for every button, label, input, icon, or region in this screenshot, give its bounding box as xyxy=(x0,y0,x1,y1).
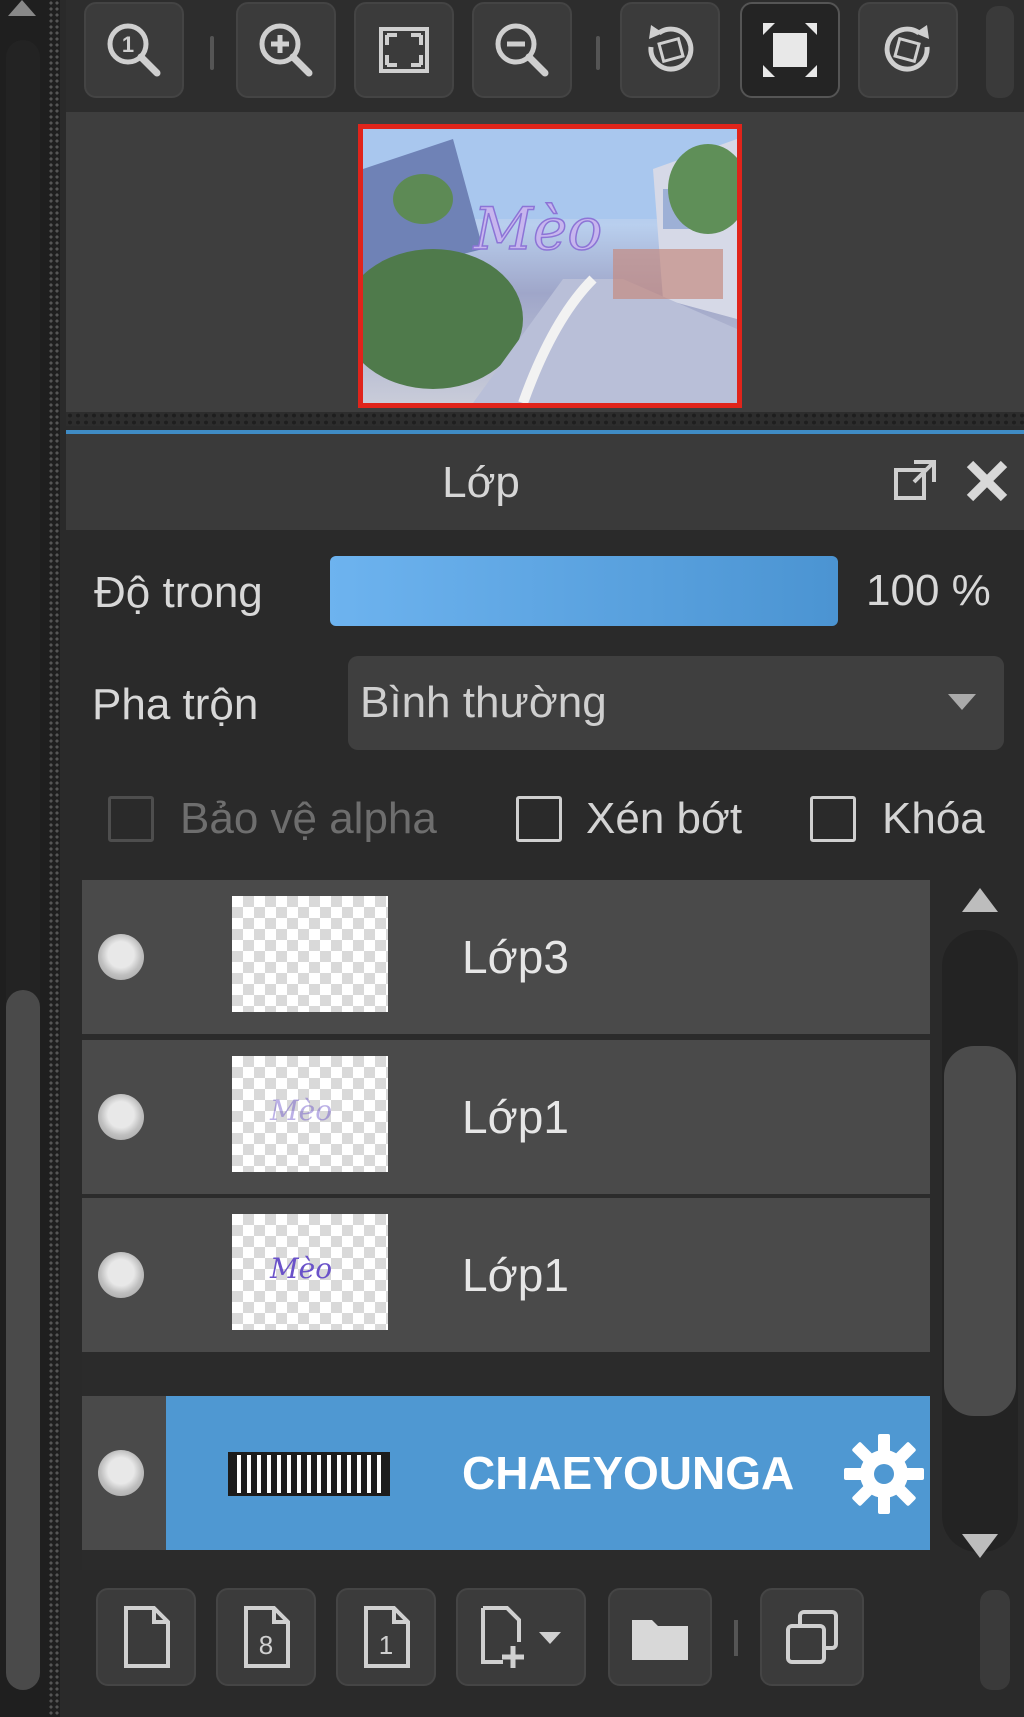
rotate-right-button[interactable] xyxy=(858,2,958,98)
layers-scrollbar-thumb[interactable] xyxy=(944,1046,1016,1416)
svg-text:1: 1 xyxy=(122,32,134,57)
navigator-preview[interactable]: Mèo xyxy=(358,124,742,408)
new-layer-icon xyxy=(124,1606,170,1668)
opacity-slider-fill xyxy=(330,556,838,626)
layer-row-selected[interactable]: CHAEYOUNGA xyxy=(82,1396,930,1550)
signature-thumbnail-mark: Mèo xyxy=(270,1252,333,1285)
fit-to-window-icon xyxy=(379,27,429,73)
new-8bit-layer-icon: 8 xyxy=(244,1606,290,1668)
canvas-scrollbar-thumb[interactable] xyxy=(6,990,40,1690)
clip-label: Xén bớt xyxy=(586,794,743,843)
alpha-protect-checkbox[interactable] xyxy=(108,796,154,842)
zoom-in-button[interactable] xyxy=(236,2,336,98)
rotate-left-button[interactable] xyxy=(620,2,720,98)
blend-mode-label: Pha trộn xyxy=(92,680,259,729)
zoom-out-button[interactable] xyxy=(472,2,572,98)
layer-visibility-toggle[interactable] xyxy=(98,1450,144,1496)
gear-icon[interactable] xyxy=(838,1428,930,1520)
new-folder-icon xyxy=(632,1620,688,1660)
layer-panel-title: Lớp xyxy=(442,458,520,507)
canvas-preview-image: Mèo xyxy=(363,129,737,403)
popout-icon[interactable] xyxy=(890,456,940,506)
layer-name: Lớp1 xyxy=(462,1091,569,1143)
layer-visibility-toggle[interactable] xyxy=(98,1252,144,1298)
panel-splitter[interactable] xyxy=(48,0,60,1717)
fit-to-window-button[interactable] xyxy=(354,2,454,98)
zoom-out-icon xyxy=(495,23,549,77)
scroll-up-arrow-icon[interactable] xyxy=(8,0,36,16)
flip-canvas-icon xyxy=(763,23,817,77)
toolbar-separator xyxy=(210,36,214,70)
layer-visibility-toggle[interactable] xyxy=(98,1094,144,1140)
new-folder-button[interactable] xyxy=(608,1588,712,1686)
layer-name: Lớp3 xyxy=(462,931,569,983)
duplicate-layer-button[interactable] xyxy=(760,1588,864,1686)
text-layer-thumbnail xyxy=(228,1452,390,1496)
toolbar-overflow-handle[interactable] xyxy=(986,6,1014,98)
rotate-right-icon xyxy=(884,25,930,72)
add-layer-dropdown-button[interactable] xyxy=(456,1588,586,1686)
layer-thumbnail xyxy=(232,896,388,1012)
close-icon[interactable] xyxy=(962,456,1012,506)
layer-name: Lớp1 xyxy=(462,1249,569,1301)
zoom-actual-size-icon: 1 xyxy=(107,23,161,77)
signature-thumbnail-mark: Mèo xyxy=(270,1094,333,1127)
opacity-label: Độ trong xyxy=(94,568,263,617)
flip-canvas-button[interactable] xyxy=(740,2,840,98)
svg-text:1: 1 xyxy=(379,1630,393,1660)
rotate-left-icon xyxy=(648,25,694,72)
new-layer-button[interactable] xyxy=(96,1588,196,1686)
opacity-slider[interactable] xyxy=(330,556,838,626)
layer-row[interactable]: Lớp3 xyxy=(82,880,930,1034)
navigator-splitter[interactable] xyxy=(66,412,1024,426)
layer-visibility-toggle[interactable] xyxy=(98,934,144,980)
lock-checkbox[interactable] xyxy=(810,796,856,842)
blend-mode-value: Bình thường xyxy=(360,678,607,727)
duplicate-layer-icon xyxy=(786,1610,838,1664)
lock-label: Khóa xyxy=(882,794,985,843)
layer-thumbnail: Mèo xyxy=(232,1056,388,1172)
clip-checkbox[interactable] xyxy=(516,796,562,842)
alpha-protect-label: Bảo vệ alpha xyxy=(180,794,437,843)
toolbar-separator xyxy=(596,36,600,70)
new-8bit-layer-button[interactable]: 8 xyxy=(216,1588,316,1686)
new-1bit-layer-icon: 1 xyxy=(364,1606,410,1668)
chevron-down-icon xyxy=(948,694,976,710)
layer-row[interactable]: Mèo Lớp1 xyxy=(82,1198,930,1352)
layer-name: CHAEYOUNGA xyxy=(462,1447,795,1499)
scroll-down-icon[interactable] xyxy=(962,1534,998,1558)
toolbar-separator xyxy=(734,1620,738,1656)
layer-panel-header: Lớp xyxy=(66,434,1024,532)
add-layer-dropdown-icon xyxy=(481,1606,561,1668)
svg-text:Mèo: Mèo xyxy=(473,195,603,263)
new-1bit-layer-button[interactable]: 1 xyxy=(336,1588,436,1686)
zoom-actual-size-button[interactable]: 1 xyxy=(84,2,184,98)
scroll-up-icon[interactable] xyxy=(962,888,998,912)
layer-row[interactable]: Mèo Lớp1 xyxy=(82,1040,930,1194)
layer-thumbnail: Mèo xyxy=(232,1214,388,1330)
blend-mode-select[interactable]: Bình thường xyxy=(348,656,1004,750)
opacity-value: 100 % xyxy=(866,566,991,615)
layers-list: Lớp3 Mèo Lớp1 Mèo Lớp1 CHAEYOUNGA xyxy=(82,880,930,1570)
svg-text:8: 8 xyxy=(259,1630,273,1660)
zoom-in-icon xyxy=(259,23,313,77)
toolbar-overflow-handle[interactable] xyxy=(980,1590,1010,1690)
